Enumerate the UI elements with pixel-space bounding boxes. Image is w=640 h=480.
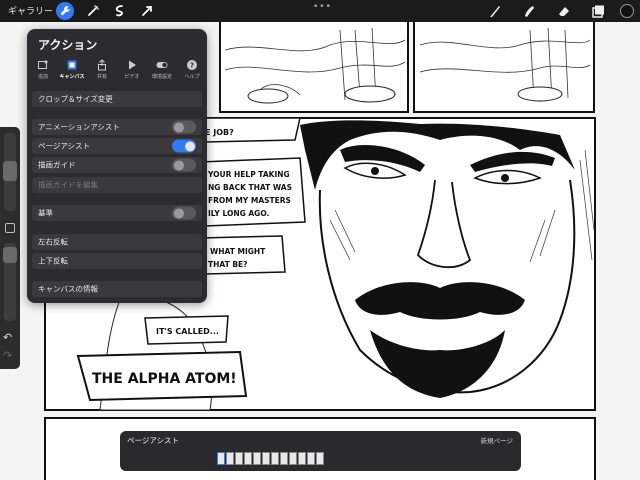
edit-drawing-guide-label: 描画ガイドを編集	[38, 180, 98, 190]
brush-icon[interactable]	[486, 2, 504, 20]
actions-title: アクション	[38, 38, 98, 52]
page-thumbnail[interactable]	[217, 452, 225, 465]
bubble-text-2a: YOUR HELP TAKING	[207, 170, 290, 179]
brush-size-thumb[interactable]	[3, 161, 17, 181]
play-icon	[129, 60, 136, 70]
crop-resize-item[interactable]: クロップ＆サイズ変更	[32, 91, 202, 107]
bubble-text-3b: THAT BE?	[208, 260, 248, 269]
page-thumbnail[interactable]	[235, 452, 243, 465]
left-sidebar: ↶ ↷	[0, 127, 20, 369]
tab-preferences-label: 環境設定	[151, 74, 172, 80]
tab-help[interactable]: ? ヘルプ	[179, 59, 205, 80]
share-icon	[98, 59, 106, 71]
crop-resize-label: クロップ＆サイズ変更	[38, 94, 113, 104]
page-thumbnail[interactable]	[271, 452, 279, 465]
page-thumbnails	[217, 452, 337, 466]
animation-assist-label: アニメーションアシスト	[38, 122, 120, 132]
modifier-button[interactable]	[5, 223, 15, 233]
tab-share-label: 共有	[96, 74, 107, 80]
reference-toggle[interactable]	[172, 206, 196, 220]
bubble-text-2b: NG BACK THAT WAS	[208, 183, 292, 192]
tab-add-label: 追加	[37, 74, 48, 80]
page-assist-bar: ページアシスト 新規ページ	[120, 431, 521, 471]
bubble-text-4: IT'S CALLED...	[156, 327, 219, 336]
page-thumbnail[interactable]	[244, 452, 252, 465]
page-assist-toggle[interactable]	[172, 139, 196, 153]
svg-text:?: ?	[190, 62, 194, 70]
edit-drawing-guide-item: 描画ガイドを編集	[32, 177, 202, 193]
page-assist-row: ページアシスト	[32, 138, 202, 154]
drawing-guide-label: 描画ガイド	[38, 160, 76, 170]
flip-horizontal-item[interactable]: 左右反転	[32, 234, 202, 250]
opacity-thumb[interactable]	[3, 247, 17, 263]
page-thumbnail[interactable]	[298, 452, 306, 465]
canvas-icon	[67, 60, 77, 70]
flip-horizontal-label: 左右反転	[38, 237, 68, 247]
tab-share[interactable]: 共有	[89, 59, 115, 80]
top-toolbar: ギャラリー •••	[0, 0, 640, 22]
animation-assist-toggle[interactable]	[172, 120, 196, 134]
tab-video[interactable]: ビデオ	[119, 59, 145, 80]
page-assist-title: ページアシスト	[127, 436, 180, 445]
page-thumbnail[interactable]	[316, 452, 324, 465]
tab-canvas-label: キャンバス	[59, 74, 85, 80]
new-page-button[interactable]: 新規ページ	[481, 435, 513, 445]
wrench-icon[interactable]	[56, 2, 74, 20]
actions-panel: アクション 追加 キャンバス 共有 ビデオ 環境設定 ? ヘルプ クロップ＆サイ…	[27, 29, 207, 303]
color-swatch[interactable]	[620, 4, 634, 18]
canvas-info-item[interactable]: キャンバスの情報	[32, 281, 202, 297]
page-thumbnail[interactable]	[226, 452, 234, 465]
layers-icon[interactable]	[589, 2, 607, 20]
page-thumbnail[interactable]	[289, 452, 297, 465]
procreate-screen: E JOB? YOUR HELP TAKING NG BACK THAT WAS…	[0, 0, 640, 480]
bubble-text-1: E JOB?	[205, 128, 234, 137]
bubble-text-3a: WHAT MIGHT	[210, 247, 266, 256]
more-dots[interactable]: •••	[313, 2, 332, 12]
eraser-icon[interactable]	[555, 2, 573, 20]
canvas-info-label: キャンバスの情報	[38, 284, 98, 294]
toggle-settings-icon	[156, 62, 168, 68]
adjustments-icon[interactable]	[84, 2, 102, 20]
gallery-button[interactable]: ギャラリー	[8, 4, 53, 17]
smudge-icon[interactable]	[520, 2, 538, 20]
redo-icon[interactable]: ↷	[3, 349, 12, 362]
tab-canvas[interactable]: キャンバス	[59, 59, 85, 80]
flip-vertical-label: 上下反転	[38, 256, 68, 266]
undo-icon[interactable]: ↶	[3, 331, 12, 344]
page-thumbnail[interactable]	[253, 452, 261, 465]
tab-add[interactable]: 追加	[30, 59, 56, 80]
flip-vertical-item[interactable]: 上下反転	[32, 253, 202, 269]
add-image-icon	[38, 60, 48, 69]
transform-icon[interactable]	[138, 2, 156, 20]
page-thumbnail[interactable]	[280, 452, 288, 465]
drawing-guide-toggle[interactable]	[172, 158, 196, 172]
selection-icon[interactable]	[111, 2, 129, 20]
animation-assist-row: アニメーションアシスト	[32, 119, 202, 135]
page-thumbnail[interactable]	[262, 452, 270, 465]
page-thumbnail[interactable]	[307, 452, 315, 465]
help-icon: ?	[187, 60, 197, 70]
tab-video-label: ビデオ	[124, 74, 140, 80]
page-assist-label: ページアシスト	[38, 141, 91, 151]
tab-help-label: ヘルプ	[184, 74, 200, 80]
drawing-guide-row: 描画ガイド	[32, 157, 202, 173]
bubble-text-2d: ILY LONG AGO.	[208, 209, 270, 218]
caption-text: THE ALPHA ATOM!	[92, 371, 237, 387]
bubble-text-2c: FROM MY MASTERS	[208, 196, 291, 205]
tab-preferences[interactable]: 環境設定	[149, 59, 175, 80]
reference-row: 基準	[32, 205, 202, 221]
reference-label: 基準	[38, 208, 53, 218]
